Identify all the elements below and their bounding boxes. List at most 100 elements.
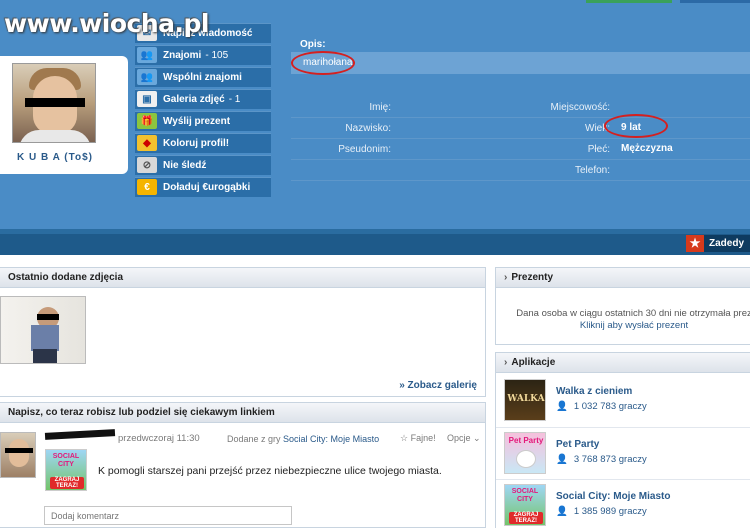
menu-item-unfollow[interactable]: ⊘ Nie śledź (135, 155, 271, 175)
app-logo-text: Pet Party (508, 436, 544, 445)
gallery-count: - 1 (228, 93, 241, 105)
friends-count: - 105 (205, 49, 229, 61)
post-source: Dodane z gry Social City: Moje Miasto (227, 434, 379, 444)
post-game-image[interactable]: SOCIAL CITY ZAGRAJ TERAZ! (45, 449, 87, 491)
palette-icon: ◆ (137, 135, 157, 152)
game-image-play-button: ZAGRAJ TERAZ! (50, 477, 84, 489)
surname-label: Nazwisko: (345, 123, 391, 134)
app-player-count: 👤 1 032 783 graczy (556, 401, 647, 412)
app-logo[interactable]: SOCIAL CITY ZAGRAJ TERAZ! (504, 484, 546, 526)
info-row-nickname: Pseudonim: Płeć: Mężczyzna (291, 140, 750, 160)
photo-thumbnail[interactable] (0, 296, 86, 364)
unfollow-icon: ⊘ (137, 157, 157, 174)
menu-item-label: Koloruj profil! (163, 137, 230, 149)
see-gallery-link[interactable]: » Zobacz galerię (399, 380, 477, 391)
apps-title: Aplikacje (511, 357, 556, 368)
photos-title: Ostatnio dodane zdjęcia (8, 272, 124, 283)
gallery-icon: ▣ (137, 91, 157, 108)
divider (496, 479, 750, 480)
info-row-phone: Telefon: (291, 161, 750, 181)
red-highlight-circle (604, 114, 668, 138)
send-gift-link[interactable]: Kliknij aby wysłać prezent (504, 320, 750, 332)
app-item-social-city[interactable]: SOCIAL CITY ZAGRAJ TERAZ! Social City: M… (504, 484, 750, 528)
post-source-prefix: Dodane z gry (227, 434, 281, 444)
recent-photos-panel: Ostatnio dodane zdjęcia » Zobacz galerię (0, 267, 486, 397)
profile-action-menu: ✉ Napisz wiadomość 👥 Znajomi - 105 👥 Wsp… (135, 23, 271, 199)
avatar-censor-bar (5, 448, 33, 453)
avatar[interactable] (12, 63, 96, 143)
like-button[interactable]: ☆ Fajne! (400, 433, 436, 444)
city-label: Miejscowość: (550, 102, 610, 113)
description-label: Opis: (300, 39, 326, 50)
gifts-message: Dana osoba w ciągu ostatnich 30 dni nie … (504, 308, 750, 332)
zadedy-label: Zadedy (709, 238, 745, 249)
gender-label: Płeć: (587, 144, 610, 155)
menu-item-send-gift[interactable]: 🎁 Wyślij prezent (135, 111, 271, 131)
app-users-value: 1 385 989 graczy (573, 506, 647, 517)
euro-icon: € (137, 179, 157, 196)
phone-label: Telefon: (574, 165, 610, 176)
comment-input[interactable] (44, 506, 292, 525)
star-icon: ★ (686, 235, 704, 252)
section-gap (0, 255, 750, 267)
person-icon: 👤 (556, 506, 568, 517)
header-stripe-top (0, 229, 750, 234)
panel-header: Ostatnio dodane zdjęcia (0, 268, 485, 288)
first-name-label: Imię: (369, 102, 391, 113)
panel-header: › Prezenty (496, 268, 750, 288)
zadedy-button[interactable]: ★ Zadedy (686, 235, 750, 252)
menu-item-color-profile[interactable]: ◆ Koloruj profil! (135, 133, 271, 153)
app-users-value: 3 768 873 graczy (573, 454, 647, 465)
age-label: Wiek: (585, 123, 610, 134)
avatar-shirt (19, 130, 91, 142)
menu-item-label: Wyślij prezent (163, 115, 231, 127)
photo-person-legs (33, 349, 57, 363)
gender-value: Mężczyzna (621, 143, 673, 154)
gifts-panel: › Prezenty Dana osoba w ciągu ostatnich 3… (495, 267, 750, 345)
app-name[interactable]: Pet Party (556, 439, 599, 450)
menu-item-top-up[interactable]: € Doładuj €urogąbki (135, 177, 271, 197)
top-accent-green (586, 0, 672, 3)
app-logo-play-button: ZAGRAJ TERAZ! (509, 512, 543, 524)
app-item-walka[interactable]: WALKA Walka z cieniem 👤 1 032 783 graczy (504, 379, 750, 425)
chevron-right-icon: › (504, 357, 508, 368)
menu-item-label: Galeria zdjęć (163, 93, 225, 105)
app-logo-text: SOCIAL CITY (511, 488, 539, 503)
photo-censor-bar (37, 314, 59, 320)
red-highlight-circle (291, 51, 355, 75)
options-label: Opcje (447, 433, 471, 443)
game-image-title: SOCIAL CITY (52, 453, 80, 468)
app-name[interactable]: Walka z cieniem (556, 386, 632, 397)
app-users-value: 1 032 783 graczy (573, 401, 647, 412)
profile-header: K U B A (To$) ✉ Napisz wiadomość 👥 Znajo… (0, 0, 750, 230)
app-name[interactable]: Social City: Moje Miasto (556, 491, 670, 502)
pet-face-icon (516, 450, 536, 468)
gifts-title: Prezenty (511, 272, 554, 283)
avatar-censor-bar (25, 98, 85, 107)
post-author-avatar[interactable] (0, 432, 36, 478)
app-player-count: 👤 3 768 873 graczy (556, 454, 647, 465)
profile-name[interactable]: K U B A (To$) (0, 152, 110, 163)
menu-item-mutual-friends[interactable]: 👥 Wspólni znajomi (135, 67, 271, 87)
post-options-button[interactable]: Opcje ⌄ (447, 433, 481, 444)
app-item-pet-party[interactable]: Pet Party Pet Party 👤 3 768 873 graczy (504, 432, 750, 478)
chevron-right-icon: › (504, 272, 508, 283)
post-source-game-link[interactable]: Social City: Moje Miasto (283, 434, 379, 444)
gifts-empty-text: Dana osoba w ciągu ostatnich 30 dni nie … (516, 308, 750, 319)
gift-icon: 🎁 (137, 113, 157, 130)
info-row-surname: Nazwisko: Wiek: 9 lat (291, 114, 750, 139)
app-logo[interactable]: Pet Party (504, 432, 546, 474)
status-title: Napisz, co teraz robisz lub podziel się … (8, 407, 275, 418)
apps-panel: › Aplikacje WALKA Walka z cieniem 👤 1 032 … (495, 352, 750, 528)
menu-item-gallery[interactable]: ▣ Galeria zdjęć - 1 (135, 89, 271, 109)
menu-item-friends[interactable]: 👥 Znajomi - 105 (135, 45, 271, 65)
chevron-down-icon: ⌄ (473, 433, 481, 443)
star-outline-icon: ☆ (400, 433, 409, 443)
menu-item-label: Znajomi (163, 49, 202, 61)
panel-header: › Aplikacje (496, 353, 750, 373)
person-icon: 👤 (556, 454, 568, 465)
post-text: K pomogli starszej pani przejść przez ni… (98, 465, 442, 477)
app-logo[interactable]: WALKA (504, 379, 546, 421)
watermark: www.wiocha.pl (4, 9, 209, 38)
person-icon: 👤 (556, 401, 568, 412)
